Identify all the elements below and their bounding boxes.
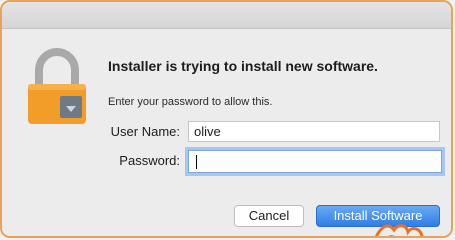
dialog-titlebar — [2, 2, 451, 29]
cancel-button[interactable]: Cancel — [234, 205, 304, 227]
dialog-heading: Installer is trying to install new softw… — [108, 58, 378, 74]
username-field[interactable]: olive — [188, 121, 440, 142]
text-caret — [196, 155, 197, 169]
hand-pointer-icon — [374, 224, 424, 236]
password-label: Password: — [119, 153, 180, 168]
lock-icon — [28, 48, 86, 124]
auth-dialog: Installer is trying to install new softw… — [0, 0, 453, 238]
password-field[interactable] — [188, 150, 442, 173]
dialog-instructions: Enter your password to allow this. — [108, 96, 273, 108]
username-label: User Name: — [110, 124, 180, 139]
